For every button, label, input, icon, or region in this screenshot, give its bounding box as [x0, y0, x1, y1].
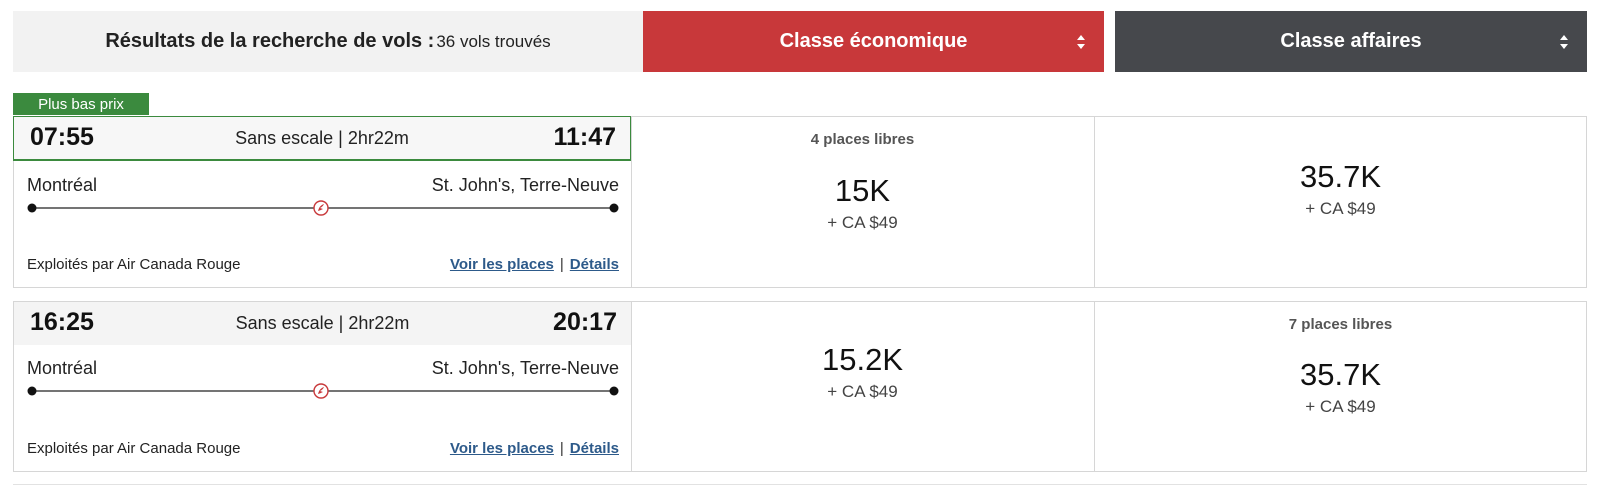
seats-remaining: 4 places libres [810, 131, 915, 148]
economy-class-label: Classe économique [779, 30, 968, 52]
fare-tax: + CA $49 [1305, 199, 1376, 218]
arrival-time: 11:47 [553, 123, 616, 151]
operator-text: Exploités par Air Canada Rouge [27, 256, 241, 273]
sort-icon [1077, 35, 1085, 49]
flight-stops-duration: Sans escale | 2hr22m [235, 313, 410, 333]
air-canada-rouge-maple-leaf-icon [313, 200, 329, 216]
fare-points-price: 35.7K [1299, 159, 1381, 194]
results-summary: Résultats de la recherche de vols : 36 v… [13, 11, 643, 72]
results-header: Résultats de la recherche de vols : 36 v… [13, 11, 1587, 72]
business-class-sort-header[interactable]: Classe affaires [1115, 11, 1587, 72]
air-canada-rouge-maple-leaf-icon [313, 383, 329, 399]
business-fare-cell[interactable]: 7 places libres 35.7K + CA $49 [1095, 302, 1586, 471]
sort-icon [1560, 35, 1568, 49]
flight-result-card: 16:25 Sans escale | 2hr22m 20:17 Montréa… [13, 301, 1587, 472]
business-fare-cell[interactable]: 35.7K + CA $49 [1095, 117, 1586, 287]
link-separator: | [559, 440, 564, 457]
fare-points-price: 15K [834, 173, 891, 208]
destination-city: St. John's, Terre-Neuve [431, 358, 619, 378]
origin-city: Montréal [27, 358, 98, 378]
business-class-label: Classe affaires [1280, 30, 1422, 52]
fare-tax: + CA $49 [827, 213, 898, 232]
link-separator: | [559, 256, 564, 273]
view-seats-link[interactable]: Voir les places [450, 256, 554, 273]
fare-points-price: 35.7K [1299, 357, 1381, 392]
flight-time-row: 07:55 Sans escale | 2hr22m 11:47 [13, 116, 631, 161]
fare-tax: + CA $49 [1305, 397, 1376, 416]
flight-links: Voir les places | Détails [450, 256, 619, 273]
results-count: 36 vols trouvés [436, 31, 551, 51]
details-link[interactable]: Détails [570, 440, 619, 457]
divider [13, 484, 1587, 485]
flight-time-row: 16:25 Sans escale | 2hr22m 20:17 [14, 302, 631, 345]
details-link[interactable]: Détails [570, 256, 619, 273]
results-title: Résultats de la recherche de vols : [105, 30, 435, 52]
seats-remaining: 7 places libres [1288, 316, 1393, 333]
flight-stops-duration: Sans escale | 2hr22m [235, 128, 409, 148]
flight-details-panel: 16:25 Sans escale | 2hr22m 20:17 Montréa… [14, 302, 632, 471]
lowest-price-badge: Plus bas prix [13, 93, 149, 115]
view-seats-link[interactable]: Voir les places [450, 440, 554, 457]
economy-fare-cell[interactable]: 15.2K + CA $49 [631, 302, 1095, 471]
flight-result-card: 07:55 Sans escale | 2hr22m 11:47 Montréa… [13, 116, 1587, 288]
destination-city: St. John's, Terre-Neuve [431, 175, 619, 195]
economy-fare-cell[interactable]: 4 places libres 15K + CA $49 [631, 117, 1095, 287]
flight-details-panel: 07:55 Sans escale | 2hr22m 11:47 Montréa… [13, 116, 632, 287]
economy-class-sort-header[interactable]: Classe économique [643, 11, 1104, 72]
flight-links: Voir les places | Détails [450, 440, 619, 457]
fare-tax: + CA $49 [827, 382, 898, 401]
operator-text: Exploités par Air Canada Rouge [27, 440, 241, 457]
arrival-time: 20:17 [553, 308, 617, 336]
fare-points-price: 15.2K [821, 342, 903, 377]
origin-city: Montréal [27, 175, 98, 195]
